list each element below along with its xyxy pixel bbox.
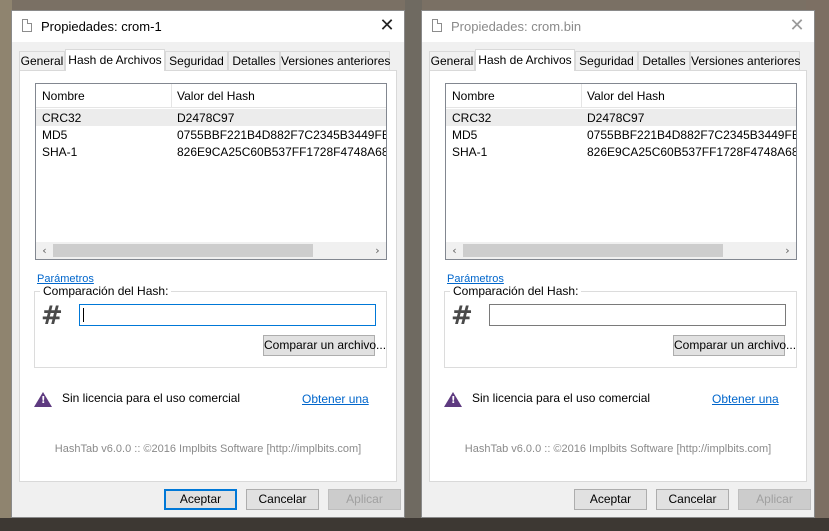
ok-button[interactable]: Aceptar bbox=[164, 489, 237, 510]
list-item[interactable]: SHA-1 826E9CA25C60B537FF1728F4748A682950 bbox=[36, 143, 386, 160]
compare-file-button[interactable]: Comparar un archivo... bbox=[263, 335, 386, 356]
tab-panel-hash: Nombre Valor del Hash CRC32 D2478C97 MD5… bbox=[429, 70, 807, 482]
window-title: Propiedades: crom.bin bbox=[451, 19, 582, 34]
tab-versiones-anteriores[interactable]: Versiones anteriores bbox=[690, 51, 800, 70]
hash-icon: # bbox=[451, 301, 473, 331]
hash-name: CRC32 bbox=[452, 111, 492, 125]
horizontal-scrollbar[interactable]: ‹ › bbox=[36, 242, 386, 259]
scrollbar-thumb[interactable] bbox=[53, 244, 313, 257]
close-button[interactable]: ✕ bbox=[789, 17, 805, 35]
compare-file-button[interactable]: Comparar un archivo... bbox=[673, 335, 796, 356]
warning-mark: ! bbox=[41, 395, 46, 406]
tab-panel-hash: Nombre Valor del Hash CRC32 D2478C97 MD5… bbox=[19, 70, 397, 482]
hash-name: SHA-1 bbox=[42, 145, 78, 159]
license-text: Sin licencia para el uso comercial bbox=[472, 391, 651, 405]
hash-value: D2478C97 bbox=[587, 111, 645, 125]
tab-seguridad[interactable]: Seguridad bbox=[575, 51, 638, 70]
tab-general[interactable]: General bbox=[19, 51, 65, 70]
hash-list[interactable]: Nombre Valor del Hash CRC32 D2478C97 MD5… bbox=[35, 83, 387, 260]
hash-value: 826E9CA25C60B537FF1728F4748A682950 bbox=[587, 145, 796, 159]
scroll-left-icon[interactable]: ‹ bbox=[446, 242, 463, 259]
text-caret bbox=[83, 308, 84, 322]
cancel-button[interactable]: Cancelar bbox=[656, 489, 729, 510]
hash-value: 0755BBF221B4D882F7C2345B3449FBAC bbox=[177, 128, 387, 142]
cancel-button[interactable]: Cancelar bbox=[246, 489, 319, 510]
scrollbar-thumb[interactable] bbox=[463, 244, 723, 257]
group-label: Comparación del Hash: bbox=[40, 284, 172, 298]
hash-value: 0755BBF221B4D882F7C2345B3449FBAC bbox=[587, 128, 797, 142]
list-header: Nombre Valor del Hash bbox=[36, 84, 386, 108]
hash-value: 826E9CA25C60B537FF1728F4748A682950 bbox=[177, 145, 386, 159]
scroll-right-icon[interactable]: › bbox=[369, 242, 386, 259]
column-separator[interactable] bbox=[171, 84, 172, 107]
hash-name: SHA-1 bbox=[452, 145, 488, 159]
document-icon bbox=[22, 19, 32, 32]
tab-hash-de-archivos[interactable]: Hash de Archivos bbox=[65, 49, 165, 71]
footer-credits: HashTab v6.0.0 :: ©2016 Implbits Softwar… bbox=[54, 443, 362, 455]
scroll-left-icon[interactable]: ‹ bbox=[36, 242, 53, 259]
hash-comparison-group: Comparación del Hash: # Comparar un arch… bbox=[34, 284, 387, 368]
list-item[interactable]: MD5 0755BBF221B4D882F7C2345B3449FBAC bbox=[36, 126, 386, 143]
list-item[interactable]: SHA-1 826E9CA25C60B537FF1728F4748A682950 bbox=[446, 143, 796, 160]
hash-value: D2478C97 bbox=[177, 111, 235, 125]
properties-dialog-crom-1: Propiedades: crom-1 ✕ General Hash de Ar… bbox=[11, 10, 405, 518]
column-separator[interactable] bbox=[581, 84, 582, 107]
tab-detalles[interactable]: Detalles bbox=[228, 51, 280, 70]
column-header-nombre[interactable]: Nombre bbox=[42, 89, 85, 103]
hash-comparison-group: Comparación del Hash: # Comparar un arch… bbox=[444, 284, 797, 368]
ok-button[interactable]: Aceptar bbox=[574, 489, 647, 510]
window-title: Propiedades: crom-1 bbox=[41, 19, 162, 34]
license-text: Sin licencia para el uso comercial bbox=[62, 391, 241, 405]
apply-button[interactable]: Aplicar bbox=[738, 489, 811, 510]
document-icon bbox=[432, 19, 442, 32]
title-bar[interactable]: Propiedades: crom-1 ✕ bbox=[12, 11, 404, 42]
obtener-una-link[interactable]: Obtener una bbox=[712, 392, 779, 406]
hash-compare-input[interactable] bbox=[489, 304, 786, 326]
hash-name: CRC32 bbox=[42, 111, 82, 125]
apply-button[interactable]: Aplicar bbox=[328, 489, 401, 510]
column-header-valor[interactable]: Valor del Hash bbox=[587, 89, 665, 103]
warning-mark: ! bbox=[451, 395, 456, 406]
list-item[interactable]: CRC32 D2478C97 bbox=[446, 109, 796, 126]
scroll-right-icon[interactable]: › bbox=[779, 242, 796, 259]
desktop-background-middle bbox=[405, 0, 422, 531]
hash-name: MD5 bbox=[42, 128, 68, 142]
column-header-valor[interactable]: Valor del Hash bbox=[177, 89, 255, 103]
hash-list[interactable]: Nombre Valor del Hash CRC32 D2478C97 MD5… bbox=[445, 83, 797, 260]
group-label: Comparación del Hash: bbox=[450, 284, 582, 298]
tab-hash-de-archivos[interactable]: Hash de Archivos bbox=[475, 49, 575, 71]
tab-versiones-anteriores[interactable]: Versiones anteriores bbox=[280, 51, 390, 70]
column-header-nombre[interactable]: Nombre bbox=[452, 89, 495, 103]
tab-detalles[interactable]: Detalles bbox=[638, 51, 690, 70]
close-button[interactable]: ✕ bbox=[379, 17, 395, 35]
tab-seguridad[interactable]: Seguridad bbox=[165, 51, 228, 70]
hash-compare-input[interactable] bbox=[79, 304, 376, 326]
list-item[interactable]: MD5 0755BBF221B4D882F7C2345B3449FBAC bbox=[446, 126, 796, 143]
hash-name: MD5 bbox=[452, 128, 478, 142]
properties-dialog-crom-bin: Propiedades: crom.bin ✕ General Hash de … bbox=[421, 10, 815, 518]
obtener-una-link[interactable]: Obtener una bbox=[302, 392, 369, 406]
tab-general[interactable]: General bbox=[429, 51, 475, 70]
horizontal-scrollbar[interactable]: ‹ › bbox=[446, 242, 796, 259]
list-header: Nombre Valor del Hash bbox=[446, 84, 796, 108]
footer-credits: HashTab v6.0.0 :: ©2016 Implbits Softwar… bbox=[464, 443, 772, 455]
title-bar[interactable]: Propiedades: crom.bin ✕ bbox=[422, 11, 814, 42]
hash-icon: # bbox=[41, 301, 63, 331]
desktop-background-bottom bbox=[0, 518, 829, 531]
list-item[interactable]: CRC32 D2478C97 bbox=[36, 109, 386, 126]
